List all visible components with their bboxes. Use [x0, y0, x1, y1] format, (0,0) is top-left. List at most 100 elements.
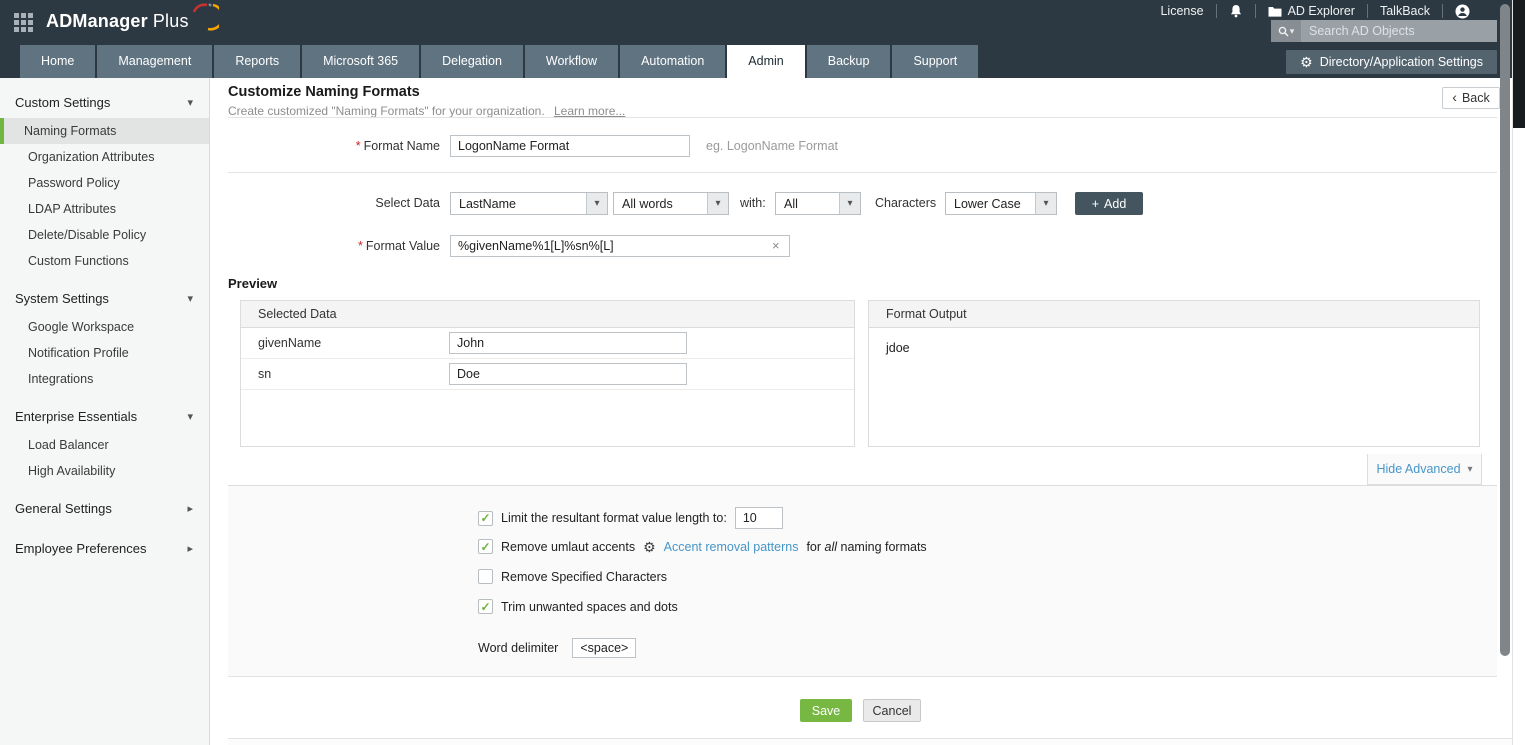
advanced-divider [228, 485, 1497, 486]
preview-heading: Preview [228, 276, 277, 291]
tab-delegation[interactable]: Delegation [421, 45, 523, 78]
directory-application-settings-button[interactable]: ⚙ Directory/Application Settings [1286, 50, 1497, 74]
sidebar-section-general-settings[interactable]: General Settings ▸ [0, 494, 209, 524]
limit-length-checkbox[interactable]: ✓ [478, 511, 493, 526]
sidebar-item-custom-functions[interactable]: Custom Functions [0, 248, 209, 274]
main-nav: Home Management Reports Microsoft 365 De… [0, 45, 1512, 78]
sidebar-section-employee-preferences[interactable]: Employee Preferences ▸ [0, 534, 209, 564]
select-data-dropdown[interactable]: LastName ▾ [450, 192, 608, 215]
user-menu-button[interactable] [1442, 4, 1482, 18]
sidebar-item-organization-attributes[interactable]: Organization Attributes [0, 144, 209, 170]
search-scope-button[interactable]: ▾ [1271, 20, 1301, 42]
nav-tabs: Home Management Reports Microsoft 365 De… [20, 45, 980, 78]
word-delimiter-label: Word delimiter [478, 641, 558, 655]
actions-divider [228, 676, 1497, 677]
check-icon: ✓ [480, 541, 490, 553]
next-section-edge [228, 738, 1512, 745]
accent-removal-patterns-link[interactable]: Accent removal patterns [664, 540, 799, 554]
tab-backup[interactable]: Backup [807, 45, 891, 78]
gear-icon: ⚙ [1300, 55, 1313, 69]
trim-row: ✓ Trim unwanted spaces and dots [478, 599, 678, 614]
check-icon: ✓ [480, 601, 490, 613]
format-output-panel: Format Output jdoe [868, 300, 1480, 447]
attribute-name: sn [258, 367, 271, 381]
dropdown-chevron-icon: ▾ [586, 193, 607, 214]
sidebar-section-enterprise-essentials[interactable]: Enterprise Essentials ▾ [0, 402, 209, 432]
limit-length-input[interactable] [735, 507, 783, 529]
words-dropdown[interactable]: All words ▾ [613, 192, 729, 215]
app-grid-icon[interactable] [14, 13, 34, 33]
sidebar-item-notification-profile[interactable]: Notification Profile [0, 340, 209, 366]
notifications-button[interactable] [1216, 4, 1255, 18]
characters-label: Characters [875, 196, 936, 210]
sidebar-section-system-settings[interactable]: System Settings ▾ [0, 284, 209, 314]
umlaut-row: ✓ Remove umlaut accents ⚙ Accent removal… [478, 539, 927, 554]
user-icon [1455, 4, 1470, 19]
sidebar-item-high-availability[interactable]: High Availability [0, 458, 209, 484]
main-content: Customize Naming Formats Create customiz… [210, 78, 1512, 745]
ad-explorer-link[interactable]: AD Explorer [1255, 4, 1367, 18]
selected-data-panel: Selected Data givenName sn [240, 300, 855, 447]
save-button[interactable]: Save [800, 699, 852, 722]
format-name-input[interactable] [450, 135, 690, 157]
tab-reports[interactable]: Reports [214, 45, 300, 78]
sidebar-item-delete-disable-policy[interactable]: Delete/Disable Policy [0, 222, 209, 248]
dropdown-chevron-icon: ▾ [1035, 193, 1056, 214]
sidebar-section-custom-settings[interactable]: Custom Settings ▾ [0, 88, 209, 118]
tab-automation[interactable]: Automation [620, 45, 725, 78]
givenname-input[interactable] [449, 332, 687, 354]
sidebar-item-ldap-attributes[interactable]: LDAP Attributes [0, 196, 209, 222]
tab-microsoft-365[interactable]: Microsoft 365 [302, 45, 419, 78]
remove-specified-checkbox[interactable]: ✓ [478, 569, 493, 584]
back-button[interactable]: ‹ Back [1442, 87, 1500, 109]
license-link[interactable]: License [1148, 4, 1215, 18]
sidebar-item-naming-formats[interactable]: Naming Formats [0, 118, 209, 144]
page-title: Customize Naming Formats [228, 84, 420, 100]
browser-scrollbar[interactable] [1512, 0, 1525, 745]
bell-icon [1229, 4, 1243, 18]
tab-workflow[interactable]: Workflow [525, 45, 618, 78]
hide-advanced-toggle[interactable]: Hide Advanced ▾ [1367, 454, 1482, 485]
with-dropdown[interactable]: All ▾ [775, 192, 861, 215]
sidebar-item-google-workspace[interactable]: Google Workspace [0, 314, 209, 340]
word-delimiter-input[interactable] [572, 638, 636, 658]
format-value-label: *Format Value [228, 239, 440, 253]
sidebar-item-load-balancer[interactable]: Load Balancer [0, 432, 209, 458]
sn-input[interactable] [449, 363, 687, 385]
trim-checkbox[interactable]: ✓ [478, 599, 493, 614]
add-button[interactable]: + Add [1075, 192, 1143, 215]
chevron-down-icon: ▾ [187, 284, 193, 314]
tab-management[interactable]: Management [97, 45, 212, 78]
section-divider [228, 172, 1497, 173]
required-mark: * [358, 239, 363, 253]
limit-length-label: Limit the resultant format value length … [501, 511, 727, 525]
vertical-scrollbar-thumb[interactable] [1500, 4, 1510, 656]
clear-icon[interactable]: × [772, 238, 780, 253]
plus-icon: + [1092, 197, 1099, 211]
browser-scrollbar-thumb[interactable] [1513, 0, 1525, 128]
sidebar-item-password-policy[interactable]: Password Policy [0, 170, 209, 196]
learn-more-link[interactable]: Learn more... [554, 104, 625, 118]
ad-search: ▾ [1271, 20, 1497, 42]
search-input[interactable] [1301, 20, 1497, 42]
characters-dropdown[interactable]: Lower Case ▾ [945, 192, 1057, 215]
format-value-input[interactable] [450, 235, 790, 257]
dropdown-chevron-icon: ▾ [839, 193, 860, 214]
search-scope-caret: ▾ [1290, 26, 1295, 37]
tab-admin[interactable]: Admin [727, 45, 804, 78]
talkback-link[interactable]: TalkBack [1367, 4, 1442, 18]
remove-specified-label: Remove Specified Characters [501, 570, 667, 584]
sidebar-item-integrations[interactable]: Integrations [0, 366, 209, 392]
umlaut-label: Remove umlaut accents [501, 540, 635, 554]
remove-specified-row: ✓ Remove Specified Characters [478, 569, 667, 584]
table-row: sn [241, 359, 854, 390]
tab-support[interactable]: Support [892, 45, 978, 78]
umlaut-checkbox[interactable]: ✓ [478, 539, 493, 554]
folder-icon [1268, 6, 1282, 17]
tab-home[interactable]: Home [20, 45, 95, 78]
gear-icon[interactable]: ⚙ [643, 540, 656, 554]
page-subtitle: Create customized "Naming Formats" for y… [228, 104, 625, 118]
chevron-right-icon: ▸ [187, 494, 193, 524]
cancel-button[interactable]: Cancel [863, 699, 921, 722]
trim-label: Trim unwanted spaces and dots [501, 600, 678, 614]
